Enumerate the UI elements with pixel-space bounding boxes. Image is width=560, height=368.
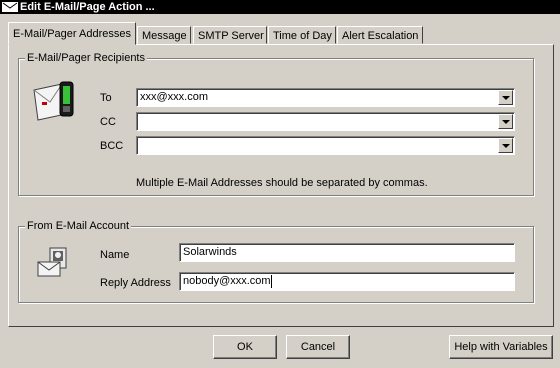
- help-with-variables-button[interactable]: Help with Variables: [449, 335, 553, 359]
- name-value: Solarwinds: [183, 246, 237, 258]
- to-value: xxx@xxx.com: [140, 91, 209, 103]
- from-account-legend: From E-Mail Account: [25, 219, 132, 233]
- tab-smtp-server[interactable]: SMTP Server: [193, 26, 267, 44]
- to-dropdown-icon[interactable]: [498, 90, 513, 105]
- email-account-icon: [37, 247, 67, 277]
- ok-button[interactable]: OK: [213, 335, 277, 359]
- reply-address-field[interactable]: nobody@xxx.com: [179, 272, 515, 291]
- window-title: Edit E-Mail/Page Action ...: [20, 1, 155, 13]
- cc-dropdown-icon[interactable]: [498, 114, 513, 129]
- tab-email-pager-addresses[interactable]: E-Mail/Pager Addresses: [8, 22, 136, 45]
- cancel-button[interactable]: Cancel: [286, 335, 350, 359]
- cc-combo[interactable]: [136, 112, 515, 131]
- reply-address-value: nobody@xxx.com: [183, 275, 271, 287]
- tab-message[interactable]: Message: [137, 26, 191, 44]
- bcc-label: BCC: [100, 140, 124, 152]
- cc-label: CC: [100, 116, 116, 128]
- title-bar[interactable]: Edit E-Mail/Page Action ...: [0, 0, 560, 14]
- recipients-legend: E-Mail/Pager Recipients: [25, 51, 147, 65]
- bcc-combo[interactable]: [136, 136, 515, 155]
- email-pager-icon: [33, 81, 74, 121]
- tab-alert-escalation[interactable]: Alert Escalation: [337, 26, 423, 44]
- to-label: To: [100, 92, 112, 104]
- name-field[interactable]: Solarwinds: [179, 243, 515, 262]
- envelope-icon: [2, 2, 18, 12]
- text-cursor: [270, 274, 272, 288]
- tab-time-of-day[interactable]: Time of Day: [268, 26, 336, 44]
- reply-address-label: Reply Address: [100, 277, 171, 289]
- name-label: Name: [100, 249, 130, 261]
- separator-note: Multiple E-Mail Addresses should be sepa…: [136, 177, 428, 189]
- to-combo[interactable]: xxx@xxx.com: [136, 88, 515, 107]
- from-account-group: From E-Mail Account: [18, 219, 534, 303]
- bcc-dropdown-icon[interactable]: [498, 138, 513, 153]
